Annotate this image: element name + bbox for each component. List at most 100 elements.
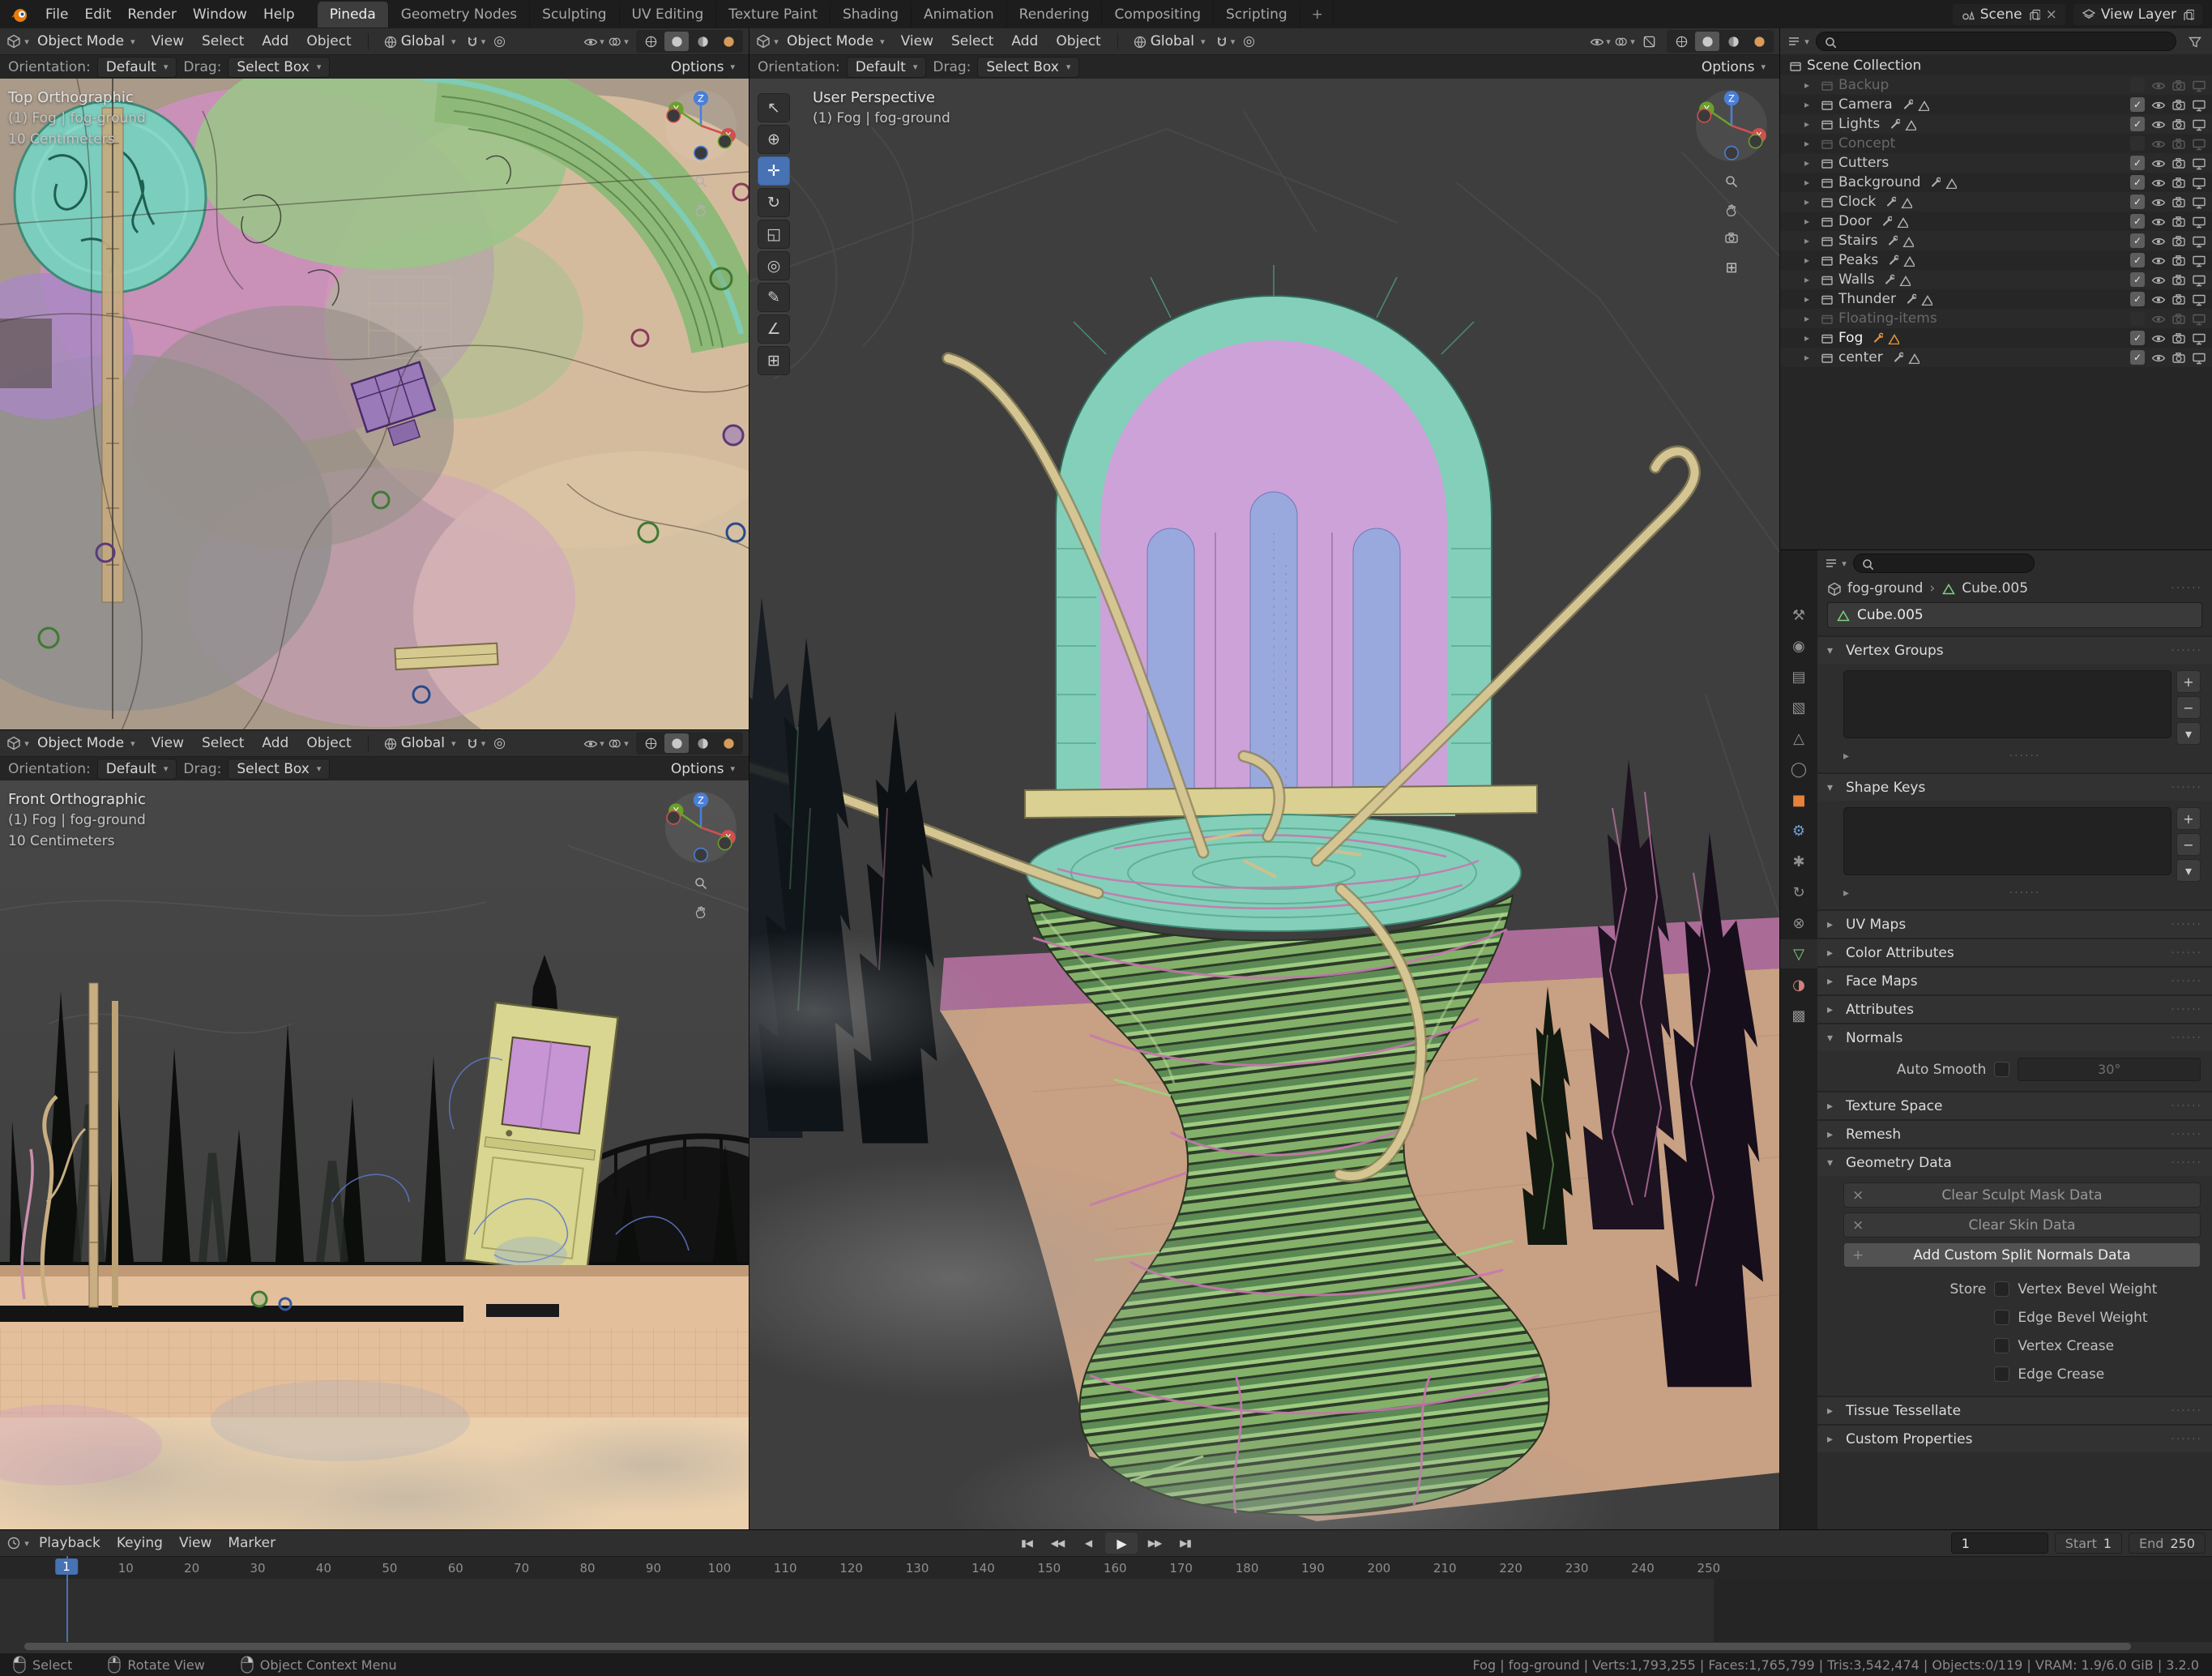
outliner-row[interactable]: ▸ Cutters ✓	[1780, 153, 2212, 173]
blender-logo-icon[interactable]	[10, 5, 29, 24]
drag-select[interactable]: Select Box ▾	[977, 56, 1080, 78]
exclude-checkbox[interactable]: ✓	[2130, 253, 2145, 267]
hide-eye-icon[interactable]	[2151, 195, 2165, 209]
auto-smooth-angle-field[interactable]: 30°	[2018, 1058, 2201, 1081]
orientation-select[interactable]: Default ▾	[846, 56, 927, 78]
scene-selector[interactable]: Scene ×	[1952, 3, 2065, 25]
overlays-icon[interactable]: ▾	[1613, 31, 1636, 52]
options-dropdown[interactable]: Options ▾	[664, 759, 741, 780]
plank-object[interactable]	[394, 642, 499, 671]
navigation-gizmo[interactable]: ⊞	[1694, 88, 1769, 276]
hide-eye-icon[interactable]	[2151, 156, 2165, 170]
timeline-menu[interactable]: View	[171, 1532, 220, 1554]
outliner-row[interactable]: ▸ Clock ✓	[1780, 192, 2212, 212]
viewport-display-icon[interactable]	[2192, 234, 2206, 248]
viewport-display-icon[interactable]	[2192, 79, 2206, 92]
outliner-row[interactable]: ▸ Thunder ✓	[1780, 289, 2212, 309]
shading-solid-icon[interactable]	[664, 32, 689, 51]
transport-button[interactable]: ▶▮	[1172, 1533, 1199, 1554]
xray-toggle-icon[interactable]	[1638, 31, 1660, 52]
outliner-row[interactable]: ▸ Peaks ✓	[1780, 250, 2212, 270]
shape-key-specials-button[interactable]: ▾	[2176, 859, 2201, 882]
outliner-row[interactable]: ▸ Stairs ✓	[1780, 231, 2212, 250]
viewport-display-icon[interactable]	[2192, 254, 2206, 267]
panel-header[interactable]: ▸ Remesh ······	[1817, 1121, 2212, 1148]
overlays-icon[interactable]: ▾	[607, 31, 630, 52]
timeline-menu[interactable]: Playback	[31, 1532, 109, 1554]
transport-button[interactable]: ▮◀	[1013, 1533, 1040, 1554]
transform-orientation-select[interactable]: Global ▾	[377, 31, 463, 52]
camera-render-icon[interactable]	[2171, 331, 2185, 345]
viewport-canvas-front[interactable]: Front Orthographic (1) Fog | fog-ground …	[0, 780, 749, 1530]
properties-tab-icon[interactable]: ↻	[1780, 878, 1817, 907]
viewport-display-icon[interactable]	[2192, 118, 2206, 131]
remove-shape-key-button[interactable]: −	[2176, 833, 2201, 856]
panel-header[interactable]: ▸ Attributes ······	[1817, 996, 2212, 1023]
editor-type-icon[interactable]: ▾	[6, 31, 29, 52]
properties-tab-icon[interactable]: ▤	[1780, 662, 1817, 691]
edge-bevel-weight-checkbox[interactable]	[1994, 1310, 2010, 1325]
workspace-tab[interactable]: Shading	[831, 1, 912, 28]
auto-smooth-checkbox[interactable]	[1994, 1062, 2010, 1077]
snap-toggle-icon[interactable]: ▾	[1213, 31, 1236, 52]
vertex-group-specials-button[interactable]: ▾	[2176, 722, 2201, 745]
properties-tab-icon[interactable]: ■	[1780, 785, 1817, 814]
viewport-display-icon[interactable]	[2192, 195, 2206, 209]
panel-header[interactable]: ▸ Color Attributes ······	[1817, 939, 2212, 966]
hide-eye-icon[interactable]	[2151, 118, 2165, 131]
timeline-scrollbar[interactable]	[24, 1643, 2131, 1650]
add-custom-split-normals-button[interactable]: + Add Custom Split Normals Data	[1843, 1242, 2201, 1268]
shading-wireframe-icon[interactable]	[638, 733, 663, 753]
viewport-display-icon[interactable]	[2192, 312, 2206, 326]
outliner-row[interactable]: ▸ Walls ✓	[1780, 270, 2212, 289]
proportional-editing-icon[interactable]: ◎	[488, 733, 510, 754]
editor-type-icon[interactable]: ▾	[6, 733, 29, 754]
tool-button[interactable]: ⊕	[758, 125, 790, 154]
shading-material-icon[interactable]	[690, 32, 715, 51]
pan-hand-icon[interactable]	[694, 203, 709, 218]
shading-rendered-icon[interactable]	[716, 733, 741, 753]
properties-tab-icon[interactable]: ⚙	[1780, 816, 1817, 845]
workspace-tab[interactable]: Animation	[912, 1, 1007, 28]
shading-wireframe-icon[interactable]	[638, 32, 663, 51]
remove-vertex-group-button[interactable]: −	[2176, 696, 2201, 719]
shading-wireframe-icon[interactable]	[1669, 32, 1693, 51]
expand-icon[interactable]: ▸	[1843, 887, 1849, 900]
orientation-select[interactable]: Default ▾	[96, 56, 177, 78]
properties-search-input[interactable]	[1853, 554, 2035, 573]
panel-header[interactable]: ▾ Normals ······	[1817, 1024, 2212, 1051]
camera-render-icon[interactable]	[2171, 254, 2185, 267]
transport-button[interactable]: ▶▶	[1141, 1533, 1168, 1554]
unlink-scene-icon[interactable]: ×	[2046, 6, 2057, 23]
expand-arrow-icon[interactable]: ▸	[1804, 274, 1815, 285]
tool-button[interactable]: ✎	[758, 283, 790, 312]
transport-button[interactable]: ▶	[1105, 1533, 1138, 1554]
drag-select[interactable]: Select Box ▾	[228, 56, 331, 78]
menubar-item[interactable]: Window	[185, 3, 255, 26]
shading-solid-icon[interactable]	[1695, 32, 1719, 51]
shading-material-icon[interactable]	[690, 733, 715, 753]
timeline-ruler[interactable]: 10 20 30 40 50 60 70 80 90 100 110 120 130 140 150 160 1…	[0, 1556, 2212, 1579]
tool-button[interactable]: ↻	[758, 188, 790, 217]
menu-object[interactable]: Object	[298, 732, 359, 755]
outliner-row[interactable]: ▸ Lights ✓	[1780, 114, 2212, 134]
menu-view[interactable]: View	[143, 732, 192, 755]
viewport-display-icon[interactable]	[2192, 293, 2206, 306]
menu-select[interactable]: Select	[943, 30, 1001, 53]
datablock-name-field[interactable]: Cube.005	[1827, 602, 2202, 628]
shading-material-icon[interactable]	[1721, 32, 1745, 51]
camera-render-icon[interactable]	[2171, 79, 2185, 92]
timeline-menu[interactable]: Keying	[109, 1532, 171, 1554]
hide-eye-icon[interactable]	[2151, 79, 2165, 92]
menu-view[interactable]: View	[143, 30, 192, 53]
exclude-checkbox[interactable]: ✓	[2130, 311, 2145, 326]
shading-rendered-icon[interactable]	[1747, 32, 1771, 51]
viewport-canvas-main[interactable]: User Perspective (1) Fog | fog-ground ↖ ⊕…	[749, 79, 1780, 1530]
outliner-search-input[interactable]	[1816, 32, 2176, 51]
overlays-icon[interactable]: ▾	[607, 733, 630, 754]
hide-eye-icon[interactable]	[2151, 98, 2165, 112]
menu-object[interactable]: Object	[298, 30, 359, 53]
transform-orientation-select[interactable]: Global ▾	[377, 733, 463, 754]
camera-render-icon[interactable]	[2171, 156, 2185, 170]
properties-tab-icon[interactable]: ▧	[1780, 693, 1817, 722]
